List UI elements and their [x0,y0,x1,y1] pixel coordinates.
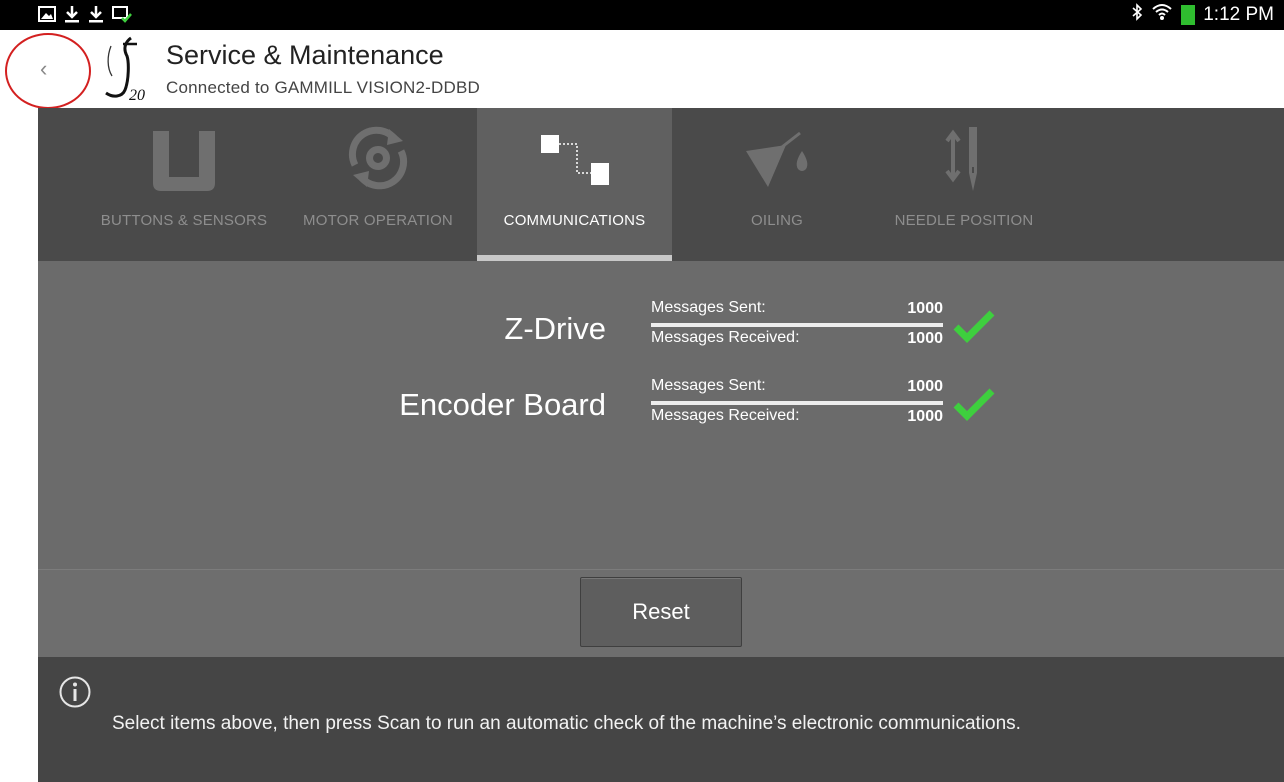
info-text: Select items above, then press Scan to r… [112,713,1021,734]
download-icon [88,5,104,28]
highlight-circle [5,33,91,109]
tab-motor-operation[interactable]: MOTOR OPERATION [289,108,467,261]
app-logo: 20 [103,34,161,109]
oiling-icon [742,123,812,198]
battery-icon [1181,5,1196,25]
messages-received-value: 1000 [907,330,943,347]
notification-icons [38,5,132,28]
download-icon [64,5,80,28]
system-status: 1:12 PM [1131,2,1274,28]
tab-label: COMMUNICATIONS [503,212,646,229]
messages-sent-row: Messages Sent: 1000 [651,377,943,401]
device-stats-zdrive: Messages Sent: 1000 Messages Received: 1… [651,299,943,353]
tab-bar: BUTTONS & SENSORS MOTOR OPERATION COMMUN… [38,108,1284,261]
messages-received-label: Messages Received: [651,407,800,424]
page-title: Service & Maintenance [166,40,444,70]
stat-divider [651,323,943,327]
needle-position-icon [929,123,999,198]
tab-label: OILING [750,212,804,229]
device-check-icon [112,5,132,28]
messages-sent-label: Messages Sent: [651,377,766,394]
status-check-icon [952,309,996,348]
wifi-icon [1151,2,1173,28]
status-bar: 1:12 PM [0,0,1284,30]
messages-sent-row: Messages Sent: 1000 [651,299,943,323]
device-stats-encoder-board: Messages Sent: 1000 Messages Received: 1… [651,377,943,431]
tab-needle-position[interactable]: NEEDLE POSITION [872,108,1056,261]
info-panel: Select items above, then press Scan to r… [38,657,1284,782]
tab-communications[interactable]: COMMUNICATIONS [477,108,672,261]
device-name: Encoder Board [399,387,606,422]
bluetooth-icon [1131,3,1143,27]
communications-panel: Z-Drive Messages Sent: 1000 Messages Rec… [38,261,1284,569]
reset-button[interactable]: Reset [580,577,742,647]
messages-received-label: Messages Received: [651,329,800,346]
tab-oiling[interactable]: OILING [682,108,872,261]
tab-label: BUTTONS & SENSORS [100,212,268,229]
tab-label: NEEDLE POSITION [894,212,1034,229]
tab-buttons-sensors[interactable]: BUTTONS & SENSORS [90,108,278,261]
messages-sent-value: 1000 [907,300,943,317]
messages-received-value: 1000 [907,408,943,425]
stat-divider [651,401,943,405]
messages-received-row: Messages Received: 1000 [651,407,943,431]
logo-text: 20 [129,87,145,104]
tab-label: MOTOR OPERATION [303,212,453,229]
communications-icon [540,123,610,198]
action-bar: Reset [38,569,1284,658]
app-header: ‹ 20 Service & Maintenance Connected to … [5,30,1284,109]
buttons-sensors-icon [149,123,219,198]
messages-sent-value: 1000 [907,378,943,395]
status-time: 1:12 PM [1203,4,1274,25]
status-check-icon [952,387,996,426]
messages-received-row: Messages Received: 1000 [651,329,943,353]
info-icon [58,675,92,714]
messages-sent-label: Messages Sent: [651,299,766,316]
motor-operation-icon [343,123,413,198]
image-notification-icon [38,6,56,27]
connection-status: Connected to GAMMILL VISION2-DDBD [166,78,480,97]
device-name: Z-Drive [504,311,606,346]
